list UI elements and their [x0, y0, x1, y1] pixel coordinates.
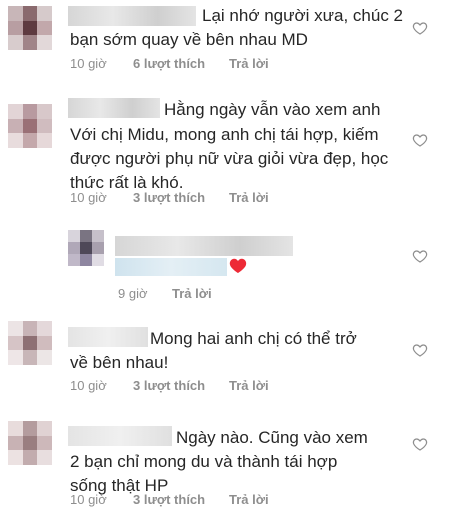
comment-text-line: Mong hai anh chị có thể trở: [150, 329, 357, 348]
username-blurred[interactable]: [68, 98, 160, 118]
avatar[interactable]: [8, 104, 52, 148]
heart-outline-icon[interactable]: [412, 20, 428, 36]
comment-time: 10 giờ: [70, 190, 107, 205]
comment-text-line: Lại nhớ người xưa, chúc 2: [202, 6, 403, 25]
heart-outline-icon[interactable]: [412, 436, 428, 452]
reply-button[interactable]: Trả lời: [229, 492, 269, 507]
reply-button[interactable]: Trả lời: [229, 56, 269, 71]
comment-text-line: được người phụ nữ vừa giỏi vừa đẹp, học: [70, 149, 389, 168]
like-count-button[interactable]: 3 lượt thích: [133, 190, 205, 205]
comment-time: 9 giờ: [118, 286, 148, 301]
comment-text-line: Ngày nào. Cũng vào xem: [176, 428, 368, 447]
comment-5: Ngày nào. Cũng vào xem 2 bạn chỉ mong du…: [0, 415, 450, 517]
avatar[interactable]: [8, 321, 52, 365]
comment-text-line: 2 bạn chỉ mong du và thành tái hợp: [70, 452, 338, 471]
comment-1: Lại nhớ người xưa, chúc 2 bạn sớm quay v…: [0, 0, 450, 80]
red-heart-emoji-icon: [229, 258, 247, 273]
heart-outline-icon[interactable]: [412, 132, 428, 148]
avatar[interactable]: [8, 6, 52, 50]
username-blurred[interactable]: [115, 236, 293, 256]
comment-text-line: bạn sớm quay về bên nhau MD: [70, 30, 308, 49]
heart-shape: [229, 258, 247, 273]
comment-text-line: Với chị Midu, mong anh chị tái hợp, kiếm: [70, 125, 379, 144]
username-blurred[interactable]: [68, 327, 148, 347]
comment-time: 10 giờ: [70, 378, 107, 393]
comment-time: 10 giờ: [70, 56, 107, 71]
reply-button[interactable]: Trả lời: [229, 190, 269, 205]
reply-button[interactable]: Trả lời: [229, 378, 269, 393]
comment-text-line: về bên nhau!: [70, 353, 169, 372]
like-count-button[interactable]: 3 lượt thích: [133, 378, 205, 393]
comment-2: Hằng ngày vẫn vào xem anh Với chị Midu, …: [0, 90, 450, 210]
comment-text-line: Hằng ngày vẫn vào xem anh: [164, 100, 381, 119]
username-blurred[interactable]: [68, 426, 172, 446]
like-count-button[interactable]: 3 lượt thích: [133, 492, 205, 507]
avatar[interactable]: [68, 230, 104, 266]
comment-3-reply: 9 giờ Trả lời: [0, 222, 450, 302]
comment-4: Mong hai anh chị có thể trở về bên nhau!…: [0, 315, 450, 395]
heart-outline-icon[interactable]: [412, 342, 428, 358]
comment-time: 10 giờ: [70, 492, 107, 507]
reply-button[interactable]: Trả lời: [172, 286, 212, 301]
username-blurred[interactable]: [68, 6, 196, 26]
mention-blurred[interactable]: [115, 258, 227, 276]
like-count-button[interactable]: 6 lượt thích: [133, 56, 205, 71]
heart-outline-icon[interactable]: [412, 248, 428, 264]
avatar[interactable]: [8, 421, 52, 465]
